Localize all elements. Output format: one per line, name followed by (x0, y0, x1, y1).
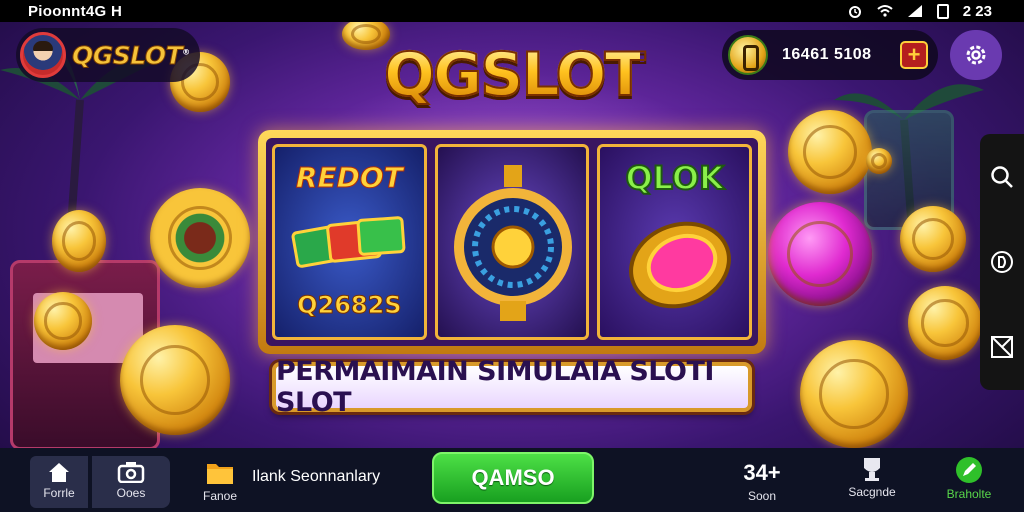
nav-rank-button[interactable]: Sacgnde (840, 456, 904, 508)
promo-banner[interactable]: PERMAIMAIN SIMULAIA SLOTI SLOT (272, 356, 752, 418)
wifi-icon (877, 4, 893, 18)
side-dock (980, 134, 1024, 390)
status-carrier-text: Pioonnt4G H (28, 2, 123, 20)
gold-coin-decoration (908, 286, 982, 360)
nav-home-button[interactable]: Forrle (30, 456, 88, 508)
money-stack-icon (291, 216, 406, 268)
signal-icon (907, 4, 923, 18)
gold-coin-decoration (342, 18, 390, 50)
folder-icon (207, 464, 233, 484)
add-funds-button[interactable]: + (900, 41, 928, 69)
slot-reel-1[interactable]: REDOT Q2682S (272, 144, 427, 340)
bank-info-text[interactable]: Ilank Seonnanlary (252, 468, 380, 486)
battery-icon (936, 3, 949, 19)
banner-text: PERMAIMAIN SIMULAIA SLOTI SLOT (276, 356, 714, 418)
search-icon (991, 165, 1013, 188)
gold-coin-decoration (788, 110, 872, 194)
settings-button[interactable] (950, 30, 1002, 80)
status-time: 2 23 (962, 2, 992, 20)
brand-name: QGSLOT® (71, 40, 190, 70)
status-bar: Pioonnt4G H 2 23 (0, 0, 1024, 22)
brand-logo-button[interactable]: QGSLOT® (16, 28, 200, 82)
camera-icon (117, 462, 145, 483)
magenta-gem-decoration (768, 202, 872, 306)
gear-icon (966, 45, 986, 65)
nav-count-button[interactable]: 34+ Soon (742, 460, 782, 506)
nav-count-label: Soon (747, 489, 777, 503)
trademark-symbol: ® (182, 47, 190, 57)
hero-title: QGSLOT (383, 39, 647, 111)
gem-ring-icon (629, 221, 732, 309)
reel-3-top-label: QLOK (624, 158, 724, 198)
reel-1-top-label: REDOT (295, 161, 403, 195)
nav-edit-button[interactable]: Braholte (938, 456, 1000, 508)
gold-coin-decoration (800, 340, 908, 448)
trophy-icon (864, 458, 880, 481)
avatar[interactable] (20, 32, 66, 78)
search-button[interactable] (986, 161, 1018, 193)
pencil-icon (956, 457, 982, 483)
play-button[interactable]: QAMSO (432, 452, 594, 504)
gold-coin-decoration (120, 325, 230, 435)
wallet-balance-pill[interactable]: 16461 5108 + (722, 30, 938, 80)
expand-icon (991, 336, 1013, 359)
nav-folder-button[interactable]: Fanoe (200, 456, 240, 508)
nav-edit-label: Braholte (946, 487, 992, 501)
slot-machine-frame[interactable]: REDOT Q2682S QLOK (258, 130, 766, 354)
expand-button[interactable] (986, 331, 1018, 363)
nav-rank-label: Sacgnde (848, 485, 896, 499)
count-value: 34+ (743, 460, 781, 485)
nav-folder-label: Fanoe (202, 489, 238, 503)
wallet-balance: 16461 5108 (782, 46, 872, 63)
nav-home-label: Forrle (43, 486, 75, 500)
alarm-icon (847, 4, 863, 18)
nav-games-button[interactable]: Ooes (92, 456, 170, 508)
wallet-coin-icon (728, 35, 768, 75)
slot-reel-2[interactable] (434, 144, 590, 340)
nav-games-label: Ooes (116, 486, 146, 500)
gold-coin-decoration (866, 148, 892, 174)
gold-coin-decoration (150, 188, 250, 288)
gold-coin-decoration (34, 292, 92, 350)
reel-1-bottom-label: Q2682S (297, 291, 402, 320)
slot-reel-3[interactable]: QLOK (597, 144, 753, 340)
home-icon (49, 463, 69, 482)
gold-coin-decoration (900, 206, 966, 272)
info-button[interactable] (986, 246, 1018, 278)
prize-wheel-icon (453, 165, 572, 321)
gold-coin-decoration (52, 210, 106, 272)
info-circle-icon (991, 250, 1013, 273)
